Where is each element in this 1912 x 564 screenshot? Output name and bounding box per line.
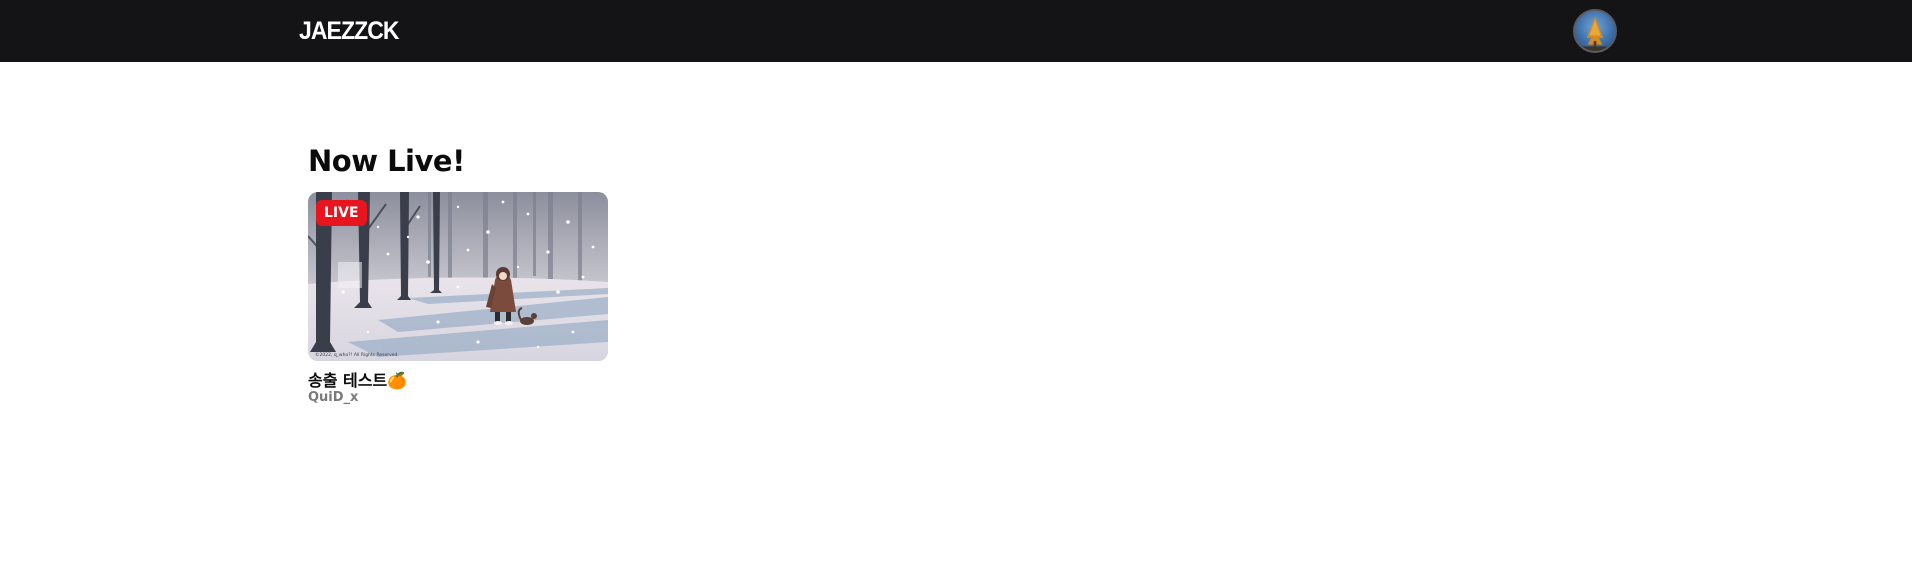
- streamer-name[interactable]: QuiD_x: [308, 390, 608, 406]
- live-badge: LIVE: [316, 200, 367, 226]
- main-content: Now Live! ©2022, q_who?! All Rights Rese…: [308, 140, 1208, 406]
- thumbnail-caption: ©2022, q_who?! All Rights Reserved.: [315, 351, 399, 358]
- avatar-image: [1575, 11, 1615, 51]
- brand-logo[interactable]: JAEZZCK: [299, 14, 400, 48]
- stream-thumbnail[interactable]: ©2022, q_who?! All Rights Reserved. LIVE: [308, 192, 608, 361]
- live-stream-card[interactable]: ©2022, q_who?! All Rights Reserved. LIVE…: [308, 192, 608, 406]
- section-title-now-live: Now Live!: [308, 144, 465, 178]
- user-avatar-icon[interactable]: [1573, 9, 1617, 53]
- stream-title[interactable]: 송출 테스트🍊: [308, 371, 608, 390]
- top-navigation-bar: JAEZZCK: [0, 0, 1912, 62]
